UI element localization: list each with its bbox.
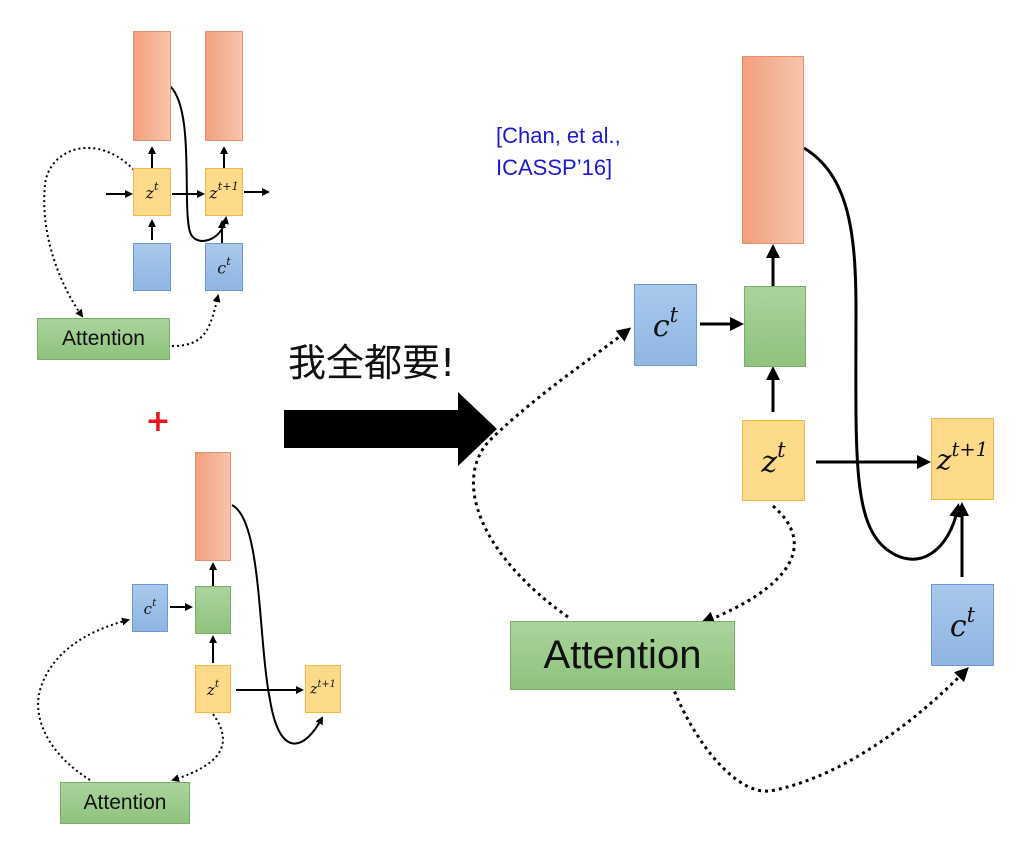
state-zt1-small-sup: t+1 — [317, 678, 336, 690]
dotted-attention-to-ct-small — [37, 617, 130, 781]
decoder-output-block-small — [195, 452, 231, 561]
context-ct-large-sup: t — [669, 302, 679, 327]
dotted-zt-to-attention — [700, 504, 796, 625]
state-zt-small-sup: t — [214, 677, 220, 690]
big-arrow — [284, 392, 497, 466]
dotted-attention-to-ct — [171, 294, 221, 347]
state-zt-node: zt — [133, 168, 171, 216]
context-ct-sup: t — [226, 255, 231, 269]
main-label: 我全都要! — [288, 341, 456, 385]
attention-node-bottom: Attention — [60, 782, 190, 824]
state-zt1-small-base: z — [310, 681, 318, 698]
context-ct-node-large: ct — [634, 284, 697, 366]
plus-sign: + — [145, 404, 171, 439]
attention-node-top: Attention — [37, 318, 170, 360]
state-zt1-node-large: zt+1 — [931, 418, 994, 500]
citation: [Chan, et al., ICASSP’16] — [496, 120, 696, 192]
state-zt1-large-base: z — [936, 443, 952, 477]
attention-label-bottom: Attention — [83, 791, 167, 814]
state-zt-large-sup: t — [777, 438, 786, 463]
state-zt1-node: zt+1 — [205, 168, 243, 216]
context-ct-large-base: c — [652, 309, 670, 344]
decoder-cell-large — [744, 286, 806, 367]
context-ct-right-sup: t — [966, 602, 976, 627]
state-zt-sup: t — [153, 180, 159, 194]
attention-label-large: Attention — [543, 633, 702, 677]
attention-node-large: Attention — [510, 621, 735, 690]
state-zt1-sup: t+1 — [217, 180, 239, 194]
decoder-output-block-1 — [133, 31, 171, 141]
context-ct-small-base: c — [143, 599, 153, 618]
dotted-zt-to-attention-small — [171, 713, 224, 782]
decoder-output-block-2 — [205, 31, 243, 141]
context-ct-node-large-right: ct — [931, 584, 994, 666]
context-ct-base: c — [217, 258, 227, 278]
dotted-zt-to-attention — [43, 146, 135, 318]
state-zt-base: z — [145, 183, 154, 203]
decoder-output-block-large — [742, 56, 804, 244]
state-zt-node-small: zt — [195, 665, 231, 713]
context-ct-node-small: ct — [132, 584, 168, 632]
citation-line-1: [Chan, et al., — [496, 123, 621, 148]
state-zt-large-base: z — [761, 444, 778, 480]
state-zt-small-base: z — [206, 680, 215, 699]
context-ct-node: ct — [205, 243, 243, 291]
state-zt1-node-small: zt+1 — [305, 665, 341, 713]
citation-line-2: ICASSP’16] — [496, 155, 613, 180]
attention-label-top: Attention — [62, 327, 145, 350]
context-ct-right-base: c — [949, 609, 967, 644]
state-zt1-base: z — [209, 183, 218, 203]
input-block — [133, 243, 171, 291]
decoder-cell-small — [195, 586, 231, 634]
state-zt-node-large: zt — [742, 420, 805, 501]
context-ct-small-sup: t — [152, 596, 157, 609]
state-zt1-large-sup: t+1 — [951, 438, 989, 462]
